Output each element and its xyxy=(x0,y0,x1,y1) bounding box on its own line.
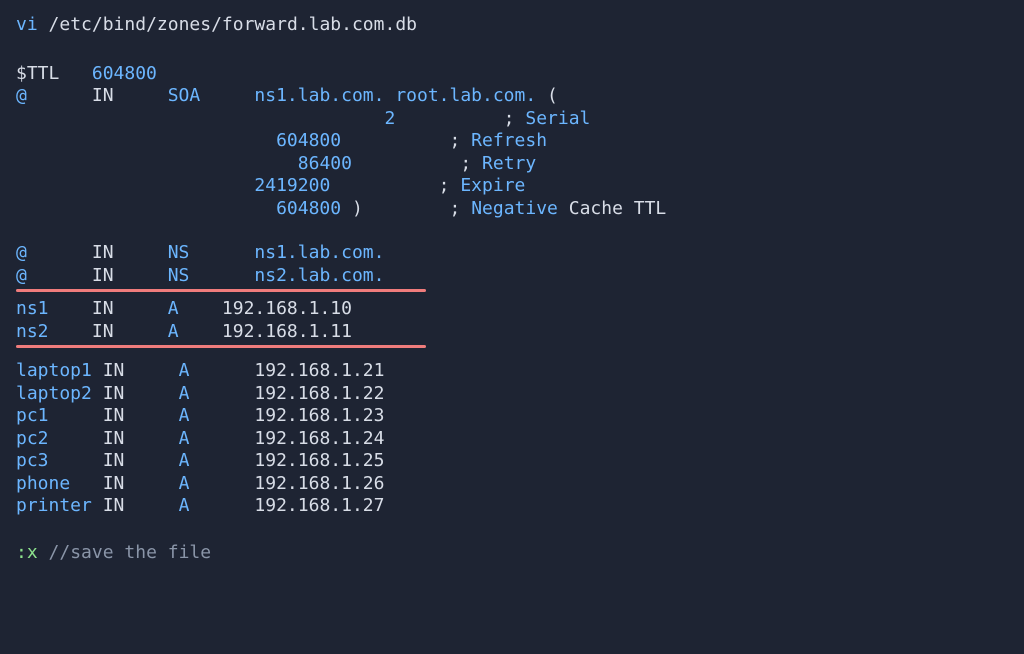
highlight-divider xyxy=(16,345,426,348)
file-path: /etc/bind/zones/forward.lab.com.db xyxy=(49,14,417,35)
cmd-name: vi xyxy=(16,14,38,35)
file-content[interactable]: $TTL 604800 @ IN SOA ns1.lab.com. root.l… xyxy=(16,63,1008,518)
vi-save-cmd: :x xyxy=(16,542,38,563)
editor-command-line: vi /etc/bind/zones/forward.lab.com.db xyxy=(16,14,1008,37)
vi-save-comment: //save the file xyxy=(49,542,212,563)
vi-footer-command[interactable]: :x //save the file xyxy=(16,542,1008,565)
highlight-divider xyxy=(16,289,426,292)
